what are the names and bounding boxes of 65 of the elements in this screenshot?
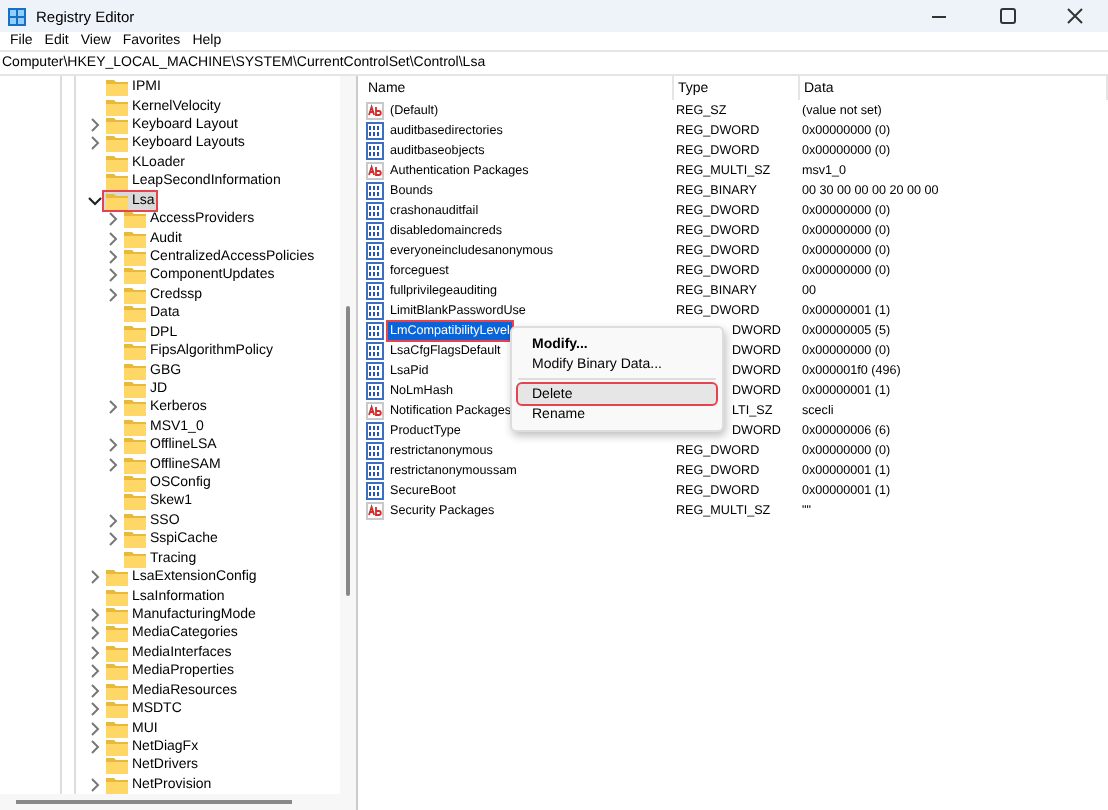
folder-icon [124, 417, 146, 436]
folder-icon [106, 587, 128, 606]
folder-icon [106, 737, 128, 756]
folder-icon [106, 116, 128, 135]
string-value-icon [366, 401, 384, 419]
folder-icon [106, 134, 128, 153]
folder-icon [124, 474, 146, 493]
folder-icon [106, 172, 128, 191]
binary-value-icon [366, 361, 384, 379]
binary-value-icon [366, 181, 384, 199]
folder-icon [124, 285, 146, 304]
folder-icon [124, 229, 146, 248]
folder-icon [124, 361, 146, 380]
binary-value-icon [366, 141, 384, 159]
chevron-icon[interactable] [88, 193, 102, 208]
folder-icon [106, 97, 128, 116]
folder-icon [124, 549, 146, 568]
binary-value-icon [366, 461, 384, 479]
folder-icon [106, 606, 128, 625]
binary-value-icon [366, 241, 384, 259]
folder-icon [106, 78, 128, 97]
binary-value-icon [366, 341, 384, 359]
binary-value-icon [366, 301, 384, 319]
string-value-icon [366, 501, 384, 519]
folder-icon [124, 530, 146, 549]
folder-icon [124, 511, 146, 530]
binary-value-icon [366, 441, 384, 459]
folder-icon [106, 719, 128, 738]
folder-icon [124, 379, 146, 398]
close-icon[interactable] [1065, 8, 1083, 24]
folder-icon [124, 248, 146, 266]
binary-value-icon [366, 201, 384, 219]
folder-icon [106, 700, 128, 719]
string-value-icon [366, 161, 384, 179]
folder-icon [106, 624, 128, 643]
folder-icon [106, 662, 128, 681]
folder-icon [124, 342, 146, 361]
folder-icon [124, 492, 146, 511]
folder-icon [124, 210, 146, 229]
binary-value-icon [366, 481, 384, 499]
folder-icon [106, 756, 128, 775]
folder-icon [106, 643, 128, 662]
scrollbar[interactable] [340, 76, 356, 794]
binary-value-icon [366, 121, 384, 139]
folder-icon [124, 436, 146, 455]
folder-icon [106, 568, 128, 587]
binary-value-icon [366, 381, 384, 399]
folder-icon [106, 681, 128, 700]
folder-icon [106, 153, 128, 172]
scrollbar[interactable] [0, 794, 356, 810]
maximize-icon[interactable] [997, 8, 1015, 24]
binary-value-icon [366, 281, 384, 299]
string-value-icon [366, 101, 384, 119]
folder-icon [124, 266, 146, 285]
app-icon [8, 7, 26, 25]
folder-icon [124, 398, 146, 417]
folder-icon [106, 191, 128, 210]
binary-value-icon [366, 421, 384, 439]
binary-value-icon [366, 321, 384, 339]
binary-value-icon [366, 261, 384, 279]
folder-icon [124, 455, 146, 474]
binary-value-icon [366, 221, 384, 239]
folder-icon [124, 323, 146, 342]
folder-icon [124, 304, 146, 323]
folder-icon [106, 775, 128, 794]
